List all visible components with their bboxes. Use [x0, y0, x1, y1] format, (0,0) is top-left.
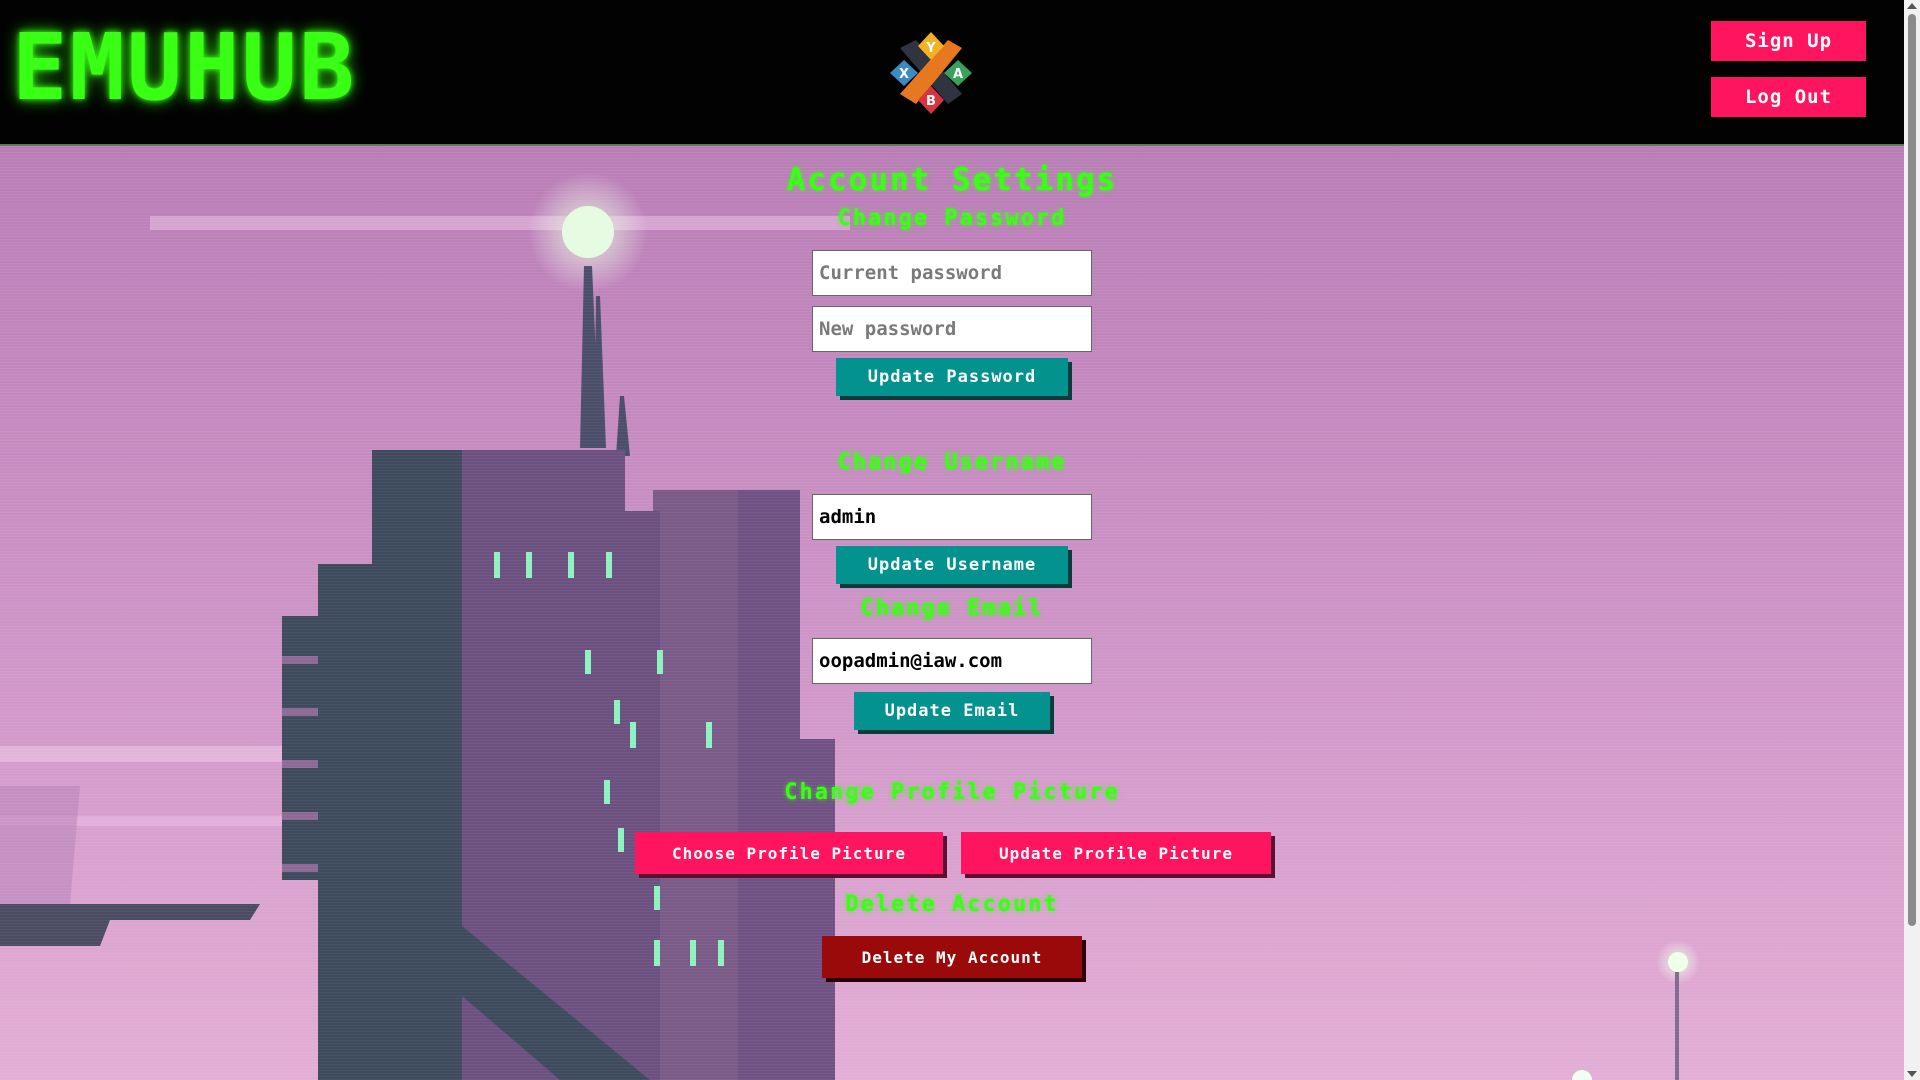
scroll-down-arrow-icon[interactable] [1907, 1071, 1917, 1077]
sign-up-button[interactable]: Sign Up [1711, 21, 1866, 61]
button-a-letter: A [953, 67, 963, 82]
scroll-up-arrow-icon[interactable] [1907, 3, 1917, 9]
button-y-letter: Y [925, 41, 936, 56]
update-password-button[interactable]: Update Password [836, 358, 1068, 396]
update-profile-picture-button[interactable]: Update Profile Picture [961, 832, 1271, 874]
vertical-scrollbar[interactable] [1904, 0, 1920, 1080]
email-input[interactable] [812, 638, 1092, 684]
log-out-button[interactable]: Log Out [1711, 77, 1866, 117]
new-password-input[interactable] [812, 306, 1092, 352]
current-password-input[interactable] [812, 250, 1092, 296]
choose-profile-picture-button[interactable]: Choose Profile Picture [635, 832, 943, 874]
page-title: Account Settings [786, 162, 1118, 198]
update-email-button[interactable]: Update Email [854, 692, 1050, 730]
change-profile-picture-heading: Change Profile Picture [784, 780, 1120, 805]
gamepad-buttons-icon: Y X A B [888, 30, 974, 116]
change-username-heading: Change Username [837, 450, 1067, 475]
scrollbar-thumb[interactable] [1908, 14, 1916, 926]
top-header: EMUHUB Y X A B Sign Up Log Out [0, 0, 1904, 146]
delete-account-button[interactable]: Delete My Account [822, 936, 1082, 978]
account-settings-panel: Account Settings Change Password Update … [0, 146, 1904, 1080]
update-username-button[interactable]: Update Username [836, 546, 1068, 584]
change-password-heading: Change Password [837, 206, 1067, 231]
change-email-heading: Change Email [860, 596, 1044, 621]
delete-account-heading: Delete Account [845, 892, 1059, 917]
button-b-letter: B [926, 94, 936, 109]
username-input[interactable] [812, 494, 1092, 540]
button-x-letter: X [899, 67, 909, 82]
site-logo[interactable]: EMUHUB [12, 22, 356, 114]
